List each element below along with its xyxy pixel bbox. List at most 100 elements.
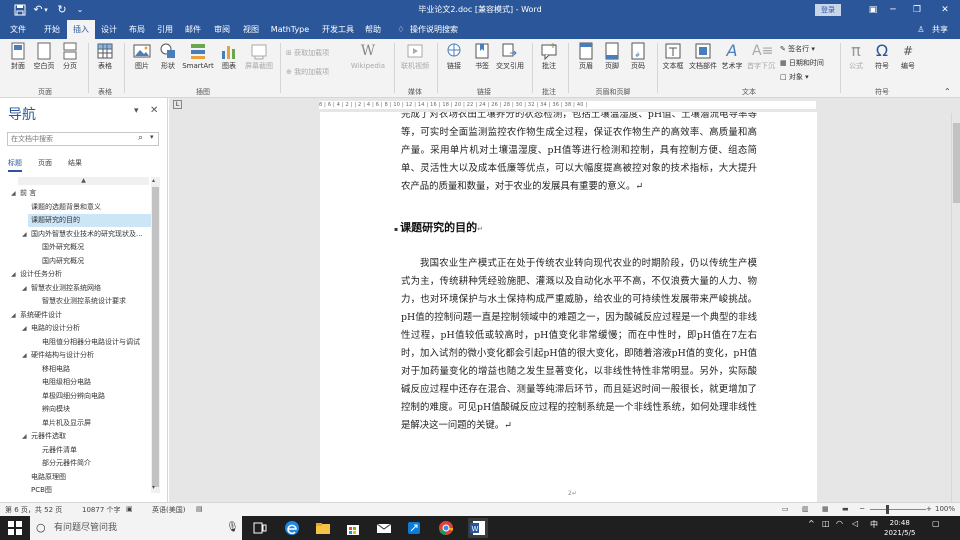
search-dropdown-icon[interactable]: ▾ — [150, 133, 154, 141]
horizontal-ruler[interactable]: L 8 | 6 | 4 | 2 | | 2 | 4 | 6 | 8 | 10 |… — [169, 98, 960, 112]
picture-button[interactable]: 图片 — [130, 42, 154, 71]
comment-button[interactable]: 批注 — [537, 42, 561, 71]
scroll-down-icon[interactable]: ▾ — [152, 484, 155, 491]
tab-mathtype[interactable]: MathType — [268, 20, 312, 39]
shapes-button[interactable]: 形状 — [156, 42, 180, 71]
table-button[interactable]: 表格 — [92, 42, 118, 71]
nav-scrollbar-thumb[interactable] — [152, 187, 159, 487]
zoom-level[interactable]: 100% — [935, 505, 955, 513]
nav-heading-item[interactable]: ◢ 国内外智慧农业技术的研究现状及... — [8, 228, 151, 241]
online-video-button[interactable]: 联机视频 — [398, 42, 432, 71]
edge-browser-icon[interactable] — [284, 520, 300, 536]
nav-heading-item[interactable]: ◢ 系统硬件设计 — [8, 309, 151, 322]
print-layout-icon[interactable]: ▦ — [822, 505, 829, 513]
object-button[interactable]: □ 对象 ▾ — [780, 72, 809, 82]
tell-me-search[interactable]: 操作说明搜索 — [410, 20, 470, 39]
zoom-in-icon[interactable]: + — [926, 505, 932, 513]
nav-heading-item[interactable]: 辨向模块 — [8, 403, 151, 416]
web-layout-icon[interactable]: ▬ — [842, 505, 849, 513]
tab-stop-selector-icon[interactable]: L — [173, 100, 182, 109]
customize-quick-access-icon[interactable]: ⌄ — [72, 2, 88, 18]
tab-view[interactable]: 视图 — [237, 20, 265, 39]
proofing-icon[interactable]: ▣ — [126, 505, 133, 513]
notification-icon[interactable]: ▢ — [932, 519, 940, 528]
nav-heading-item[interactable]: ◢ 硬件结构与设计分析 — [8, 349, 151, 362]
symbol-button[interactable]: Ω 符号 — [870, 42, 894, 71]
scroll-up-icon[interactable]: ▴ — [152, 177, 155, 184]
expand-collapse-icon[interactable]: ◢ — [11, 309, 16, 322]
nav-heading-item[interactable]: 智慧农业测控系统设计要求 — [8, 295, 151, 308]
signature-line-button[interactable]: ✎ 签名行 ▾ — [780, 44, 815, 54]
mail-icon[interactable] — [376, 520, 392, 536]
link-button[interactable]: 链接 — [442, 42, 466, 71]
nav-close-icon[interactable]: ✕ — [150, 105, 158, 116]
chart-button[interactable]: 图表 — [218, 42, 240, 71]
store-app-icon[interactable] — [345, 520, 361, 536]
expand-collapse-icon[interactable]: ◢ — [22, 282, 27, 295]
accessibility-icon[interactable]: ▤ — [196, 505, 203, 513]
collapse-ribbon-icon[interactable]: ⌃ — [944, 87, 951, 97]
footer-button[interactable]: 页脚 — [600, 42, 624, 71]
rocket-app-icon[interactable] — [406, 520, 422, 536]
search-icon[interactable]: ⌕ — [138, 133, 143, 143]
volume-icon[interactable]: ◁ — [852, 519, 858, 528]
redo-icon[interactable]: ↻ — [54, 2, 70, 18]
login-button[interactable]: 登录 — [815, 4, 841, 16]
nav-scrollbar[interactable]: ▴ ▾ — [151, 177, 160, 493]
nav-heading-item[interactable]: 国内研究概况 — [8, 255, 151, 268]
close-icon[interactable]: ✕ — [930, 0, 960, 20]
nav-heading-item[interactable]: 电阻值分相器分电路设计与调试 — [8, 336, 151, 349]
nav-heading-item[interactable]: ◢ 前 言 — [8, 187, 151, 200]
focus-mode-icon[interactable]: ▭ — [782, 505, 789, 513]
screenshot-button[interactable]: 屏幕截图 — [242, 42, 276, 71]
nav-heading-item[interactable]: 课题的选题背景和意义 — [8, 201, 151, 214]
wifi-icon[interactable]: ◠ — [836, 519, 843, 528]
nav-heading-item[interactable]: ◢ 智慧农业测控系统网络 — [8, 282, 151, 295]
nav-heading-item[interactable]: PCB图 — [8, 484, 151, 497]
blank-page-button[interactable]: 空白页 — [32, 42, 56, 71]
word-count-status[interactable]: 10877 个字 — [82, 505, 121, 515]
ime-indicator[interactable]: 中 — [870, 519, 878, 530]
header-button[interactable]: 页眉 — [574, 42, 598, 71]
nav-heading-item[interactable]: 部分元器件简介 — [8, 457, 151, 470]
taskbar-clock[interactable]: 20:48 2021/5/5 — [884, 518, 915, 538]
zoom-slider[interactable] — [870, 509, 926, 510]
nav-heading-item[interactable]: 课题研究的目的 — [28, 214, 151, 227]
dropcap-button[interactable]: A≡ 首字下沉 — [746, 42, 776, 71]
chrome-icon[interactable] — [438, 520, 454, 536]
nav-heading-item[interactable]: ◢ 电路的设计分析 — [8, 322, 151, 335]
bookmark-button[interactable]: 书签 — [470, 42, 494, 71]
restore-icon[interactable]: ❐ — [902, 0, 932, 20]
quick-parts-button[interactable]: 文档部件 — [688, 42, 718, 71]
task-view-icon[interactable] — [252, 520, 268, 536]
expand-collapse-icon[interactable]: ◢ — [22, 322, 27, 335]
share-button[interactable]: 共享 — [928, 20, 952, 39]
zoom-slider-handle[interactable] — [886, 505, 889, 514]
nav-tab-headings[interactable]: 标题 — [8, 158, 22, 172]
numbering-button[interactable]: # 编号 — [896, 42, 920, 71]
tab-design[interactable]: 设计 — [96, 20, 122, 39]
nav-heading-item[interactable]: ◢ 元器件选取 — [8, 430, 151, 443]
wikipedia-button[interactable]: W Wikipedia — [348, 42, 388, 71]
tab-help[interactable]: 帮助 — [360, 20, 386, 39]
zoom-out-icon[interactable]: ─ — [860, 505, 864, 513]
expand-collapse-icon[interactable]: ◢ — [11, 268, 16, 281]
tray-up-arrow-icon[interactable]: ^ — [808, 519, 815, 528]
nav-heading-item[interactable]: 电阻级相分电路 — [8, 376, 151, 389]
nav-heading-item[interactable]: 电路原理图 — [8, 471, 151, 484]
nav-tab-pages[interactable]: 页面 — [38, 158, 52, 168]
nav-scroll-up-arrow[interactable]: ▲ — [18, 177, 149, 185]
nav-heading-item[interactable]: 移相电路 — [8, 363, 151, 376]
page-number-button[interactable]: # 页码 — [626, 42, 650, 71]
date-time-button[interactable]: ▦ 日期和时间 — [780, 58, 824, 68]
taskbar-search-box[interactable]: ○ 有问题尽管问我 🎙 — [30, 516, 242, 540]
cover-page-button[interactable]: 封面 — [6, 42, 30, 71]
read-mode-icon[interactable]: ▥ — [802, 505, 809, 513]
my-addins-button[interactable]: ⊕ 我的加载项 — [286, 67, 329, 77]
network-icon[interactable]: ◫ — [822, 519, 830, 528]
nav-heading-item[interactable]: ◢ 设计任务分析 — [8, 268, 151, 281]
windows-start-icon[interactable] — [8, 521, 22, 535]
wordart-button[interactable]: A 艺术字 — [720, 42, 744, 71]
tab-references[interactable]: 引用 — [152, 20, 178, 39]
expand-collapse-icon[interactable]: ◢ — [22, 228, 27, 241]
